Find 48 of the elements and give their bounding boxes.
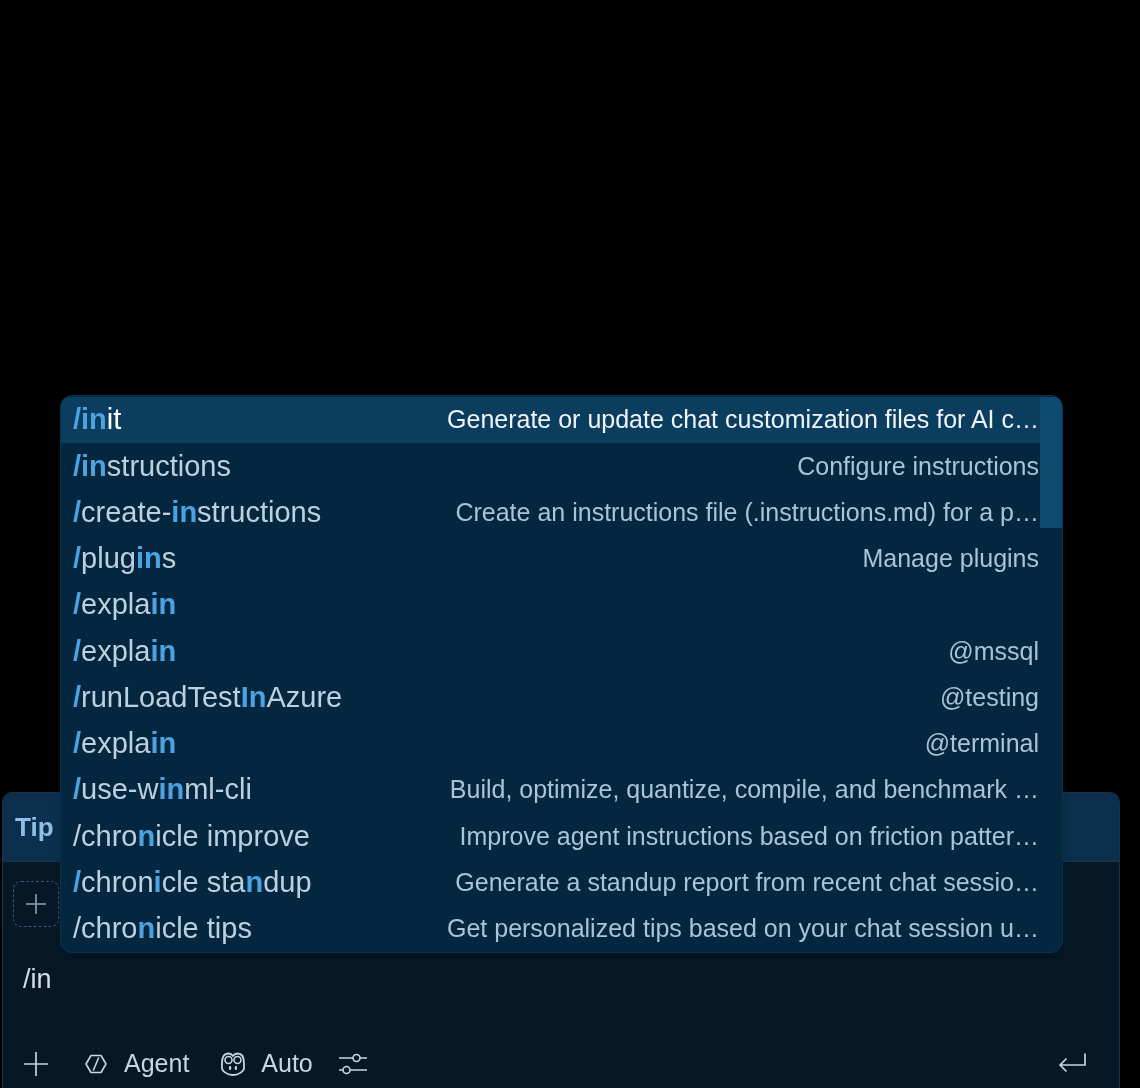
command-description: Improve agent instructions based on friction patter… (458, 820, 1039, 852)
command-name: /explain (73, 633, 177, 669)
scrollbar-thumb[interactable] (1040, 397, 1062, 528)
command-description: @testing (938, 681, 1039, 713)
command-description: Build, optimize, quantize, compile, and benchmark … (448, 774, 1039, 806)
command-description: Configure instructions (796, 450, 1039, 482)
command-name: /create-instructions (73, 494, 322, 530)
command-option[interactable]: /use-winml-cli Build, optimize, quantize, compile, and benchmark … (61, 767, 1040, 814)
command-option[interactable]: /explain @terminal (61, 720, 1040, 767)
command-option[interactable]: /explain @mssql (61, 628, 1040, 675)
command-option[interactable]: /explain (61, 582, 1040, 629)
command-description: Manage plugins (861, 543, 1039, 575)
plus-icon (25, 893, 47, 915)
command-option[interactable]: /chronicle tips Get personalized tips based on your chat session u… (61, 905, 1040, 952)
sliders-icon (337, 1051, 368, 1077)
command-name: /init (73, 402, 122, 438)
command-description: Generate a standup report from recent chat sessio… (454, 866, 1039, 898)
command-option[interactable]: /chronicle improve Improve agent instructions based on friction patter… (61, 813, 1040, 860)
command-name: /runLoadTestInAzure (73, 679, 343, 715)
command-description: Generate or update chat customization files for AI c… (446, 404, 1039, 436)
command-option[interactable]: /instructions Configure instructions (61, 443, 1040, 490)
command-name: /use-winml-cli (73, 772, 252, 808)
command-description: Get personalized tips based on your chat session u… (446, 913, 1039, 945)
agent-mode-button[interactable]: Agent (78, 1044, 196, 1084)
hexagon-slash-icon (84, 1052, 108, 1076)
plus-icon (23, 1051, 49, 1077)
command-name: /chronicle improve (73, 818, 310, 854)
command-description: @terminal (923, 728, 1039, 760)
command-name: /explain (73, 587, 177, 623)
chat-input[interactable]: /in (13, 959, 1093, 999)
command-name: /chronicle standup (73, 864, 312, 900)
goggles-face-icon (219, 1051, 248, 1077)
model-picker-button[interactable]: Auto (213, 1044, 319, 1084)
command-option[interactable]: /plugins Manage plugins (61, 535, 1040, 582)
command-description: @mssql (947, 635, 1039, 667)
command-name: /instructions (73, 448, 231, 484)
agent-mode-label: Agent (124, 1048, 190, 1080)
command-name: /explain (73, 726, 177, 762)
add-context-button[interactable] (13, 881, 59, 927)
command-option[interactable]: /runLoadTestInAzure @testing (61, 674, 1040, 721)
command-name: /chronicle tips (73, 911, 252, 947)
command-option[interactable]: /chronicle standup Generate a standup report from recent chat sessio… (61, 859, 1040, 906)
tip-text: Tip (15, 810, 54, 844)
command-description: Create an instructions file (.instructions.md) for a p… (454, 496, 1039, 528)
command-name: /plugins (73, 541, 177, 577)
command-option[interactable]: /create-instructions Create an instructions file (.instructions.md) for a p… (61, 489, 1040, 536)
command-option[interactable]: /init Generate or update chat customization files for AI c… (61, 397, 1040, 444)
model-label: Auto (261, 1048, 313, 1080)
